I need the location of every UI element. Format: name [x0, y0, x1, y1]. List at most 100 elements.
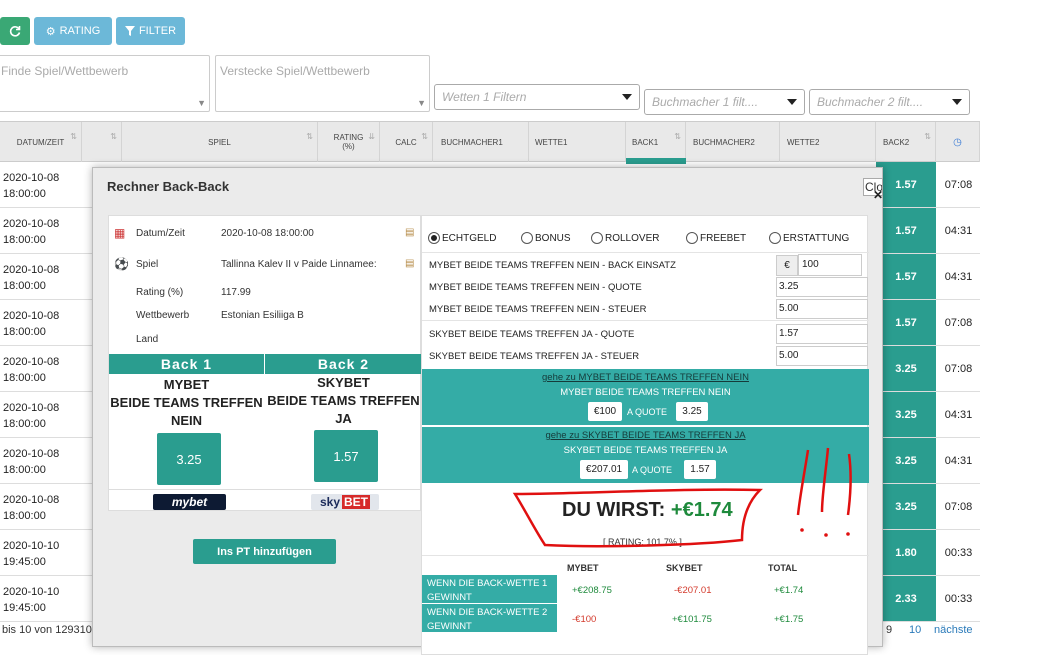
- th-bookmaker2[interactable]: BUCHMACHER2: [686, 122, 780, 162]
- row-time: 18:00:00: [3, 326, 46, 338]
- summary-row2-mybet: -€100: [572, 614, 597, 625]
- tax2-input[interactable]: 5.00: [776, 346, 868, 366]
- th-blank[interactable]: ⇅: [82, 122, 122, 162]
- row-back2-odd[interactable]: 1.57: [876, 162, 936, 207]
- th-back2[interactable]: BACK2 ⇅: [876, 122, 936, 162]
- filter-button[interactable]: FILTER: [116, 17, 185, 45]
- th-label: BACK1: [632, 137, 659, 147]
- filter-button-label: FILTER: [138, 25, 177, 37]
- summary-row2-label: WENN DIE BACK-WETTE 2 GEWINNT: [422, 604, 557, 632]
- row-date: 2020-10-08: [3, 494, 60, 506]
- pager-page-9[interactable]: 9: [886, 624, 892, 636]
- bet1-link[interactable]: gehe zu MYBET BEIDE TEAMS TREFFEN NEIN: [422, 372, 869, 383]
- bookmaker2-filter-placeholder: Buchmacher 2 filt....: [817, 95, 924, 109]
- bet1-description: MYBET BEIDE TEAMS TREFFEN NEIN: [560, 387, 731, 398]
- result-rating: [ RATING: 101.7% ]: [603, 537, 682, 547]
- th-clock[interactable]: ◷: [936, 122, 980, 162]
- quote1-input[interactable]: 3.25: [776, 277, 868, 297]
- back2-header: Back 2: [265, 354, 422, 374]
- tax1-input[interactable]: 5.00: [776, 299, 868, 319]
- tax1-label: MYBET BEIDE TEAMS TREFFEN NEIN - STEUER: [429, 304, 647, 315]
- row-datetime: 2020-10-10 19:45:00: [3, 538, 73, 570]
- radio-bonus[interactable]: BONUS: [521, 232, 571, 244]
- row-back2-odd[interactable]: 3.25: [876, 346, 936, 391]
- row-date: 2020-10-08: [3, 264, 60, 276]
- th-label: BUCHMACHER2: [693, 137, 755, 147]
- back2-outcome: JA: [335, 411, 352, 426]
- th-rating[interactable]: RATING (%) ⇊: [318, 122, 380, 162]
- close-icon[interactable]: ✕: [873, 188, 883, 202]
- divider: [422, 252, 869, 253]
- back1-odd-button[interactable]: 3.25: [157, 433, 221, 485]
- row-clock: 04:31: [944, 224, 973, 237]
- copy-icon[interactable]: ▤: [405, 258, 414, 269]
- bet2-link[interactable]: gehe zu SKYBET BEIDE TEAMS TREFFEN JA: [422, 430, 869, 441]
- quote2-input[interactable]: 1.57: [776, 324, 868, 344]
- summary-header-skybet: SKYBET: [666, 563, 703, 573]
- skybet-logo-sky: sky: [319, 495, 341, 509]
- radio-freebet[interactable]: FREEBET: [686, 232, 746, 244]
- radio-echtgeld[interactable]: ECHTGELD: [428, 232, 496, 244]
- th-datum[interactable]: DATUM/ZEIT ⇅: [0, 122, 82, 162]
- radio-circle: [769, 232, 781, 244]
- row-clock: 07:08: [944, 500, 973, 513]
- clock-icon: ◷: [953, 136, 962, 148]
- row-clock: 04:31: [944, 408, 973, 421]
- row-back2-odd[interactable]: 1.57: [876, 208, 936, 253]
- row-clock: 00:33: [944, 546, 973, 559]
- copy-icon[interactable]: ▤: [405, 227, 414, 238]
- row-date: 2020-10-08: [3, 172, 60, 184]
- back2-odd-button[interactable]: 1.57: [314, 430, 378, 482]
- bookmaker1-filter-select[interactable]: Buchmacher 1 filt....: [644, 89, 805, 115]
- row-date: 2020-10-08: [3, 310, 60, 322]
- profit-value: +€1.74: [670, 499, 733, 521]
- bookmaker1-filter-placeholder: Buchmacher 1 filt....: [652, 95, 759, 109]
- row-back2-odd[interactable]: 3.25: [876, 438, 936, 483]
- info-value: 2020-10-08 18:00:00: [221, 228, 314, 239]
- pager-page-10[interactable]: 10: [909, 624, 921, 636]
- th-wette2[interactable]: WETTE2: [780, 122, 876, 162]
- row-time: 19:45:00: [3, 602, 46, 614]
- currency-addon: €: [776, 255, 798, 276]
- bet1-filter-placeholder: Wetten 1 Filtern: [442, 90, 527, 104]
- row-datetime: 2020-10-08 18:00:00: [3, 446, 73, 478]
- row-datetime: 2020-10-08 18:00:00: [3, 170, 73, 202]
- th-calc[interactable]: CALC ⇅: [380, 122, 433, 162]
- tax1-row: MYBET BEIDE TEAMS TREFFEN NEIN - STEUER …: [422, 298, 869, 320]
- caret-down-icon: [622, 94, 632, 100]
- rating-button[interactable]: ⚙ RATING: [34, 17, 112, 45]
- sort-icon: ⇅: [924, 132, 931, 141]
- th-label: CALC: [395, 137, 417, 147]
- filter-icon: [124, 26, 135, 36]
- row-time: 18:00:00: [3, 510, 46, 522]
- radio-erstattung[interactable]: ERSTATTUNG: [769, 232, 849, 244]
- pager-next[interactable]: nächste: [934, 624, 973, 636]
- search-game-input[interactable]: Finde Spiel/Wettbewerb ▼: [0, 55, 210, 112]
- bookmaker2-filter-select[interactable]: Buchmacher 2 filt....: [809, 89, 970, 115]
- th-bookmaker1[interactable]: BUCHMACHER1: [433, 122, 529, 162]
- th-spiel[interactable]: SPIEL ⇅: [122, 122, 318, 162]
- row-back2-odd[interactable]: 1.80: [876, 530, 936, 575]
- row-back2-odd[interactable]: 2.33: [876, 576, 936, 621]
- row-back2-odd[interactable]: 3.25: [876, 484, 936, 529]
- row-back2-odd[interactable]: 1.57: [876, 254, 936, 299]
- radio-rollover[interactable]: ROLLOVER: [591, 232, 659, 244]
- row-date: 2020-10-08: [3, 402, 60, 414]
- mybet-logo: mybet: [153, 494, 226, 510]
- back2-selection: SKYBET BEIDE TEAMS TREFFEN JA: [265, 374, 422, 428]
- row-date: 2020-10-08: [3, 218, 60, 230]
- back2-bookmaker: SKYBET: [317, 375, 370, 390]
- th-wette1[interactable]: WETTE1: [529, 122, 626, 162]
- row-back2-odd[interactable]: 1.57: [876, 300, 936, 345]
- th-back1[interactable]: BACK1 ⇅: [626, 122, 686, 162]
- refresh-button[interactable]: [0, 17, 30, 45]
- sort-icon: ⇅: [110, 132, 117, 141]
- bet1-filter-select[interactable]: Wetten 1 Filtern: [434, 84, 640, 110]
- row-time: 18:00:00: [3, 418, 46, 430]
- pager-info: bis 10 von 129310: [2, 624, 92, 636]
- stake-input[interactable]: 100: [798, 254, 862, 276]
- hide-game-input[interactable]: Verstecke Spiel/Wettbewerb ▼: [215, 55, 430, 112]
- row-back2-odd[interactable]: 3.25: [876, 392, 936, 437]
- add-to-pt-button[interactable]: Ins PT hinzufügen: [193, 539, 336, 564]
- summary-row1-total: +€1.74: [774, 585, 804, 596]
